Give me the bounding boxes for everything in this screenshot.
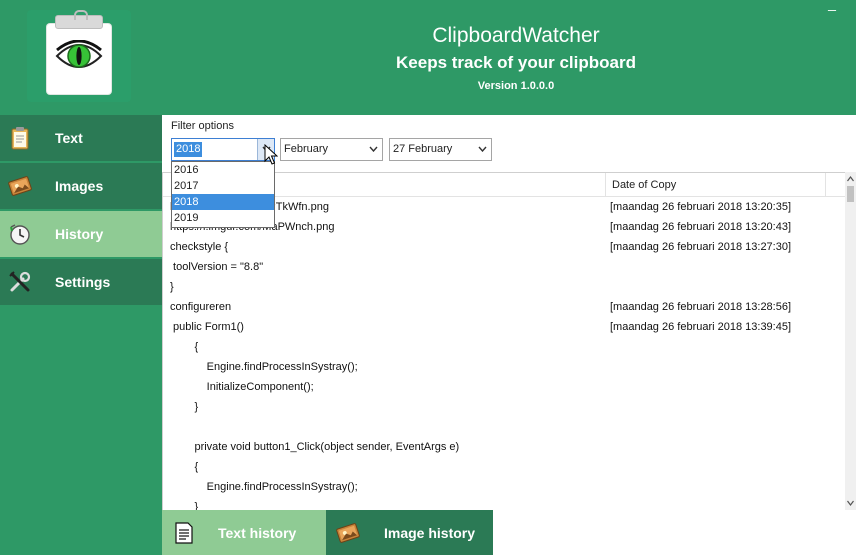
cell-date: [maandag 26 februari 2018 13:39:45] <box>610 321 792 333</box>
table-row[interactable]: toolVersion = "8.8" <box>163 257 845 277</box>
table-row[interactable]: Engine.findProcessInSystray(); <box>163 357 845 377</box>
day-select[interactable]: 27 February <box>389 138 492 161</box>
table-row[interactable]: private void button1_Click(object sender… <box>163 437 845 457</box>
table-row[interactable]: configureren [maandag 26 februari 2018 13… <box>163 297 845 317</box>
app-subtitle: Keeps track of your clipboard <box>396 53 636 72</box>
sidebar: Text Images History Settings <box>0 115 162 555</box>
bottom-bar-filler <box>493 510 856 555</box>
cell-text: checkstyle { <box>170 241 229 253</box>
table-row[interactable]: } <box>163 497 845 510</box>
sidebar-item-history[interactable]: History <box>0 211 162 257</box>
sidebar-item-label: Settings <box>55 274 111 290</box>
sidebar-item-text[interactable]: Text <box>0 115 162 161</box>
clipboard-icon <box>11 127 29 150</box>
cell-text: { <box>170 341 199 353</box>
cell-text: configureren <box>170 301 232 313</box>
cell-text: InitializeComponent(); <box>170 381 314 393</box>
cell-date: [maandag 26 februari 2018 13:20:35] <box>610 201 792 213</box>
year-option[interactable]: 2017 <box>172 178 274 194</box>
cell-text: } <box>170 401 199 413</box>
cell-text: { <box>170 461 199 473</box>
table-row[interactable]: { <box>163 457 845 477</box>
cell-text: private void button1_Click(object sender… <box>170 441 460 453</box>
table-row[interactable]: } <box>163 397 845 417</box>
image-icon <box>336 523 360 543</box>
year-option[interactable]: 2019 <box>172 210 274 226</box>
tools-icon <box>9 271 31 292</box>
image-icon <box>8 176 32 196</box>
table-row[interactable]: { <box>163 337 845 357</box>
minimize-button[interactable]: _ <box>822 0 842 12</box>
vertical-scrollbar[interactable] <box>845 172 856 510</box>
eye-icon <box>55 40 103 68</box>
sidebar-item-settings[interactable]: Settings <box>0 259 162 305</box>
cell-text: } <box>170 281 174 293</box>
cell-date: [maandag 26 februari 2018 13:28:56] <box>610 301 792 313</box>
clock-icon <box>10 224 30 245</box>
filter-options-label: Filter options <box>171 120 234 132</box>
column-header-spacer <box>825 173 845 197</box>
cell-text: } <box>170 501 199 510</box>
app-title: ClipboardWatcher <box>432 24 600 47</box>
cell-date: [maandag 26 februari 2018 13:20:43] <box>610 221 792 233</box>
app-logo <box>27 10 131 102</box>
clipboard-clip <box>55 10 103 29</box>
app-header: ClipboardWatcher Keeps track of your cli… <box>0 0 856 115</box>
tab-label: Image history <box>384 525 476 541</box>
table-row[interactable]: Engine.findProcessInSystray(); <box>163 477 845 497</box>
sidebar-item-label: Images <box>55 178 104 194</box>
year-select-value: 2018 <box>174 142 203 157</box>
sidebar-item-label: History <box>55 226 104 242</box>
tab-text-history[interactable]: Text history <box>162 510 326 555</box>
year-option-selected[interactable]: 2018 <box>172 194 274 210</box>
mouse-cursor-icon <box>264 144 278 165</box>
tab-label: Text history <box>218 525 297 541</box>
table-row[interactable]: checkstyle { [maandag 26 februari 2018 13… <box>163 237 845 257</box>
table-row[interactable]: InitializeComponent(); <box>163 377 845 397</box>
chevron-down-icon[interactable] <box>365 139 382 160</box>
day-select-value: 27 February <box>393 143 453 155</box>
document-icon <box>175 522 193 544</box>
scroll-up-icon[interactable] <box>847 175 854 183</box>
sidebar-item-images[interactable]: Images <box>0 163 162 209</box>
sidebar-item-label: Text <box>55 130 83 146</box>
column-header-date[interactable]: Date of Copy <box>605 173 825 197</box>
table-row[interactable] <box>163 417 845 437</box>
scroll-thumb[interactable] <box>847 186 854 202</box>
month-select[interactable]: February <box>280 138 383 161</box>
cell-text: toolVersion = "8.8" <box>170 261 264 273</box>
chevron-down-icon[interactable] <box>474 139 491 160</box>
year-select[interactable]: 2018 <box>171 138 275 161</box>
scroll-down-icon[interactable] <box>847 499 854 507</box>
year-option[interactable]: 2016 <box>172 162 274 178</box>
cell-text: Engine.findProcessInSystray(); <box>170 361 358 373</box>
cell-date: [maandag 26 februari 2018 13:27:30] <box>610 241 792 253</box>
cell-text: Engine.findProcessInSystray(); <box>170 481 358 493</box>
app-version: Version 1.0.0.0 <box>477 80 555 92</box>
tab-image-history[interactable]: Image history <box>326 510 493 555</box>
table-row[interactable]: public Form1() [maandag 26 februari 2018 … <box>163 317 845 337</box>
year-dropdown-list: 2016 2017 2018 2019 <box>171 161 275 228</box>
cell-text: public Form1() <box>170 321 244 333</box>
table-row[interactable]: } <box>163 277 845 297</box>
month-select-value: February <box>284 143 329 155</box>
